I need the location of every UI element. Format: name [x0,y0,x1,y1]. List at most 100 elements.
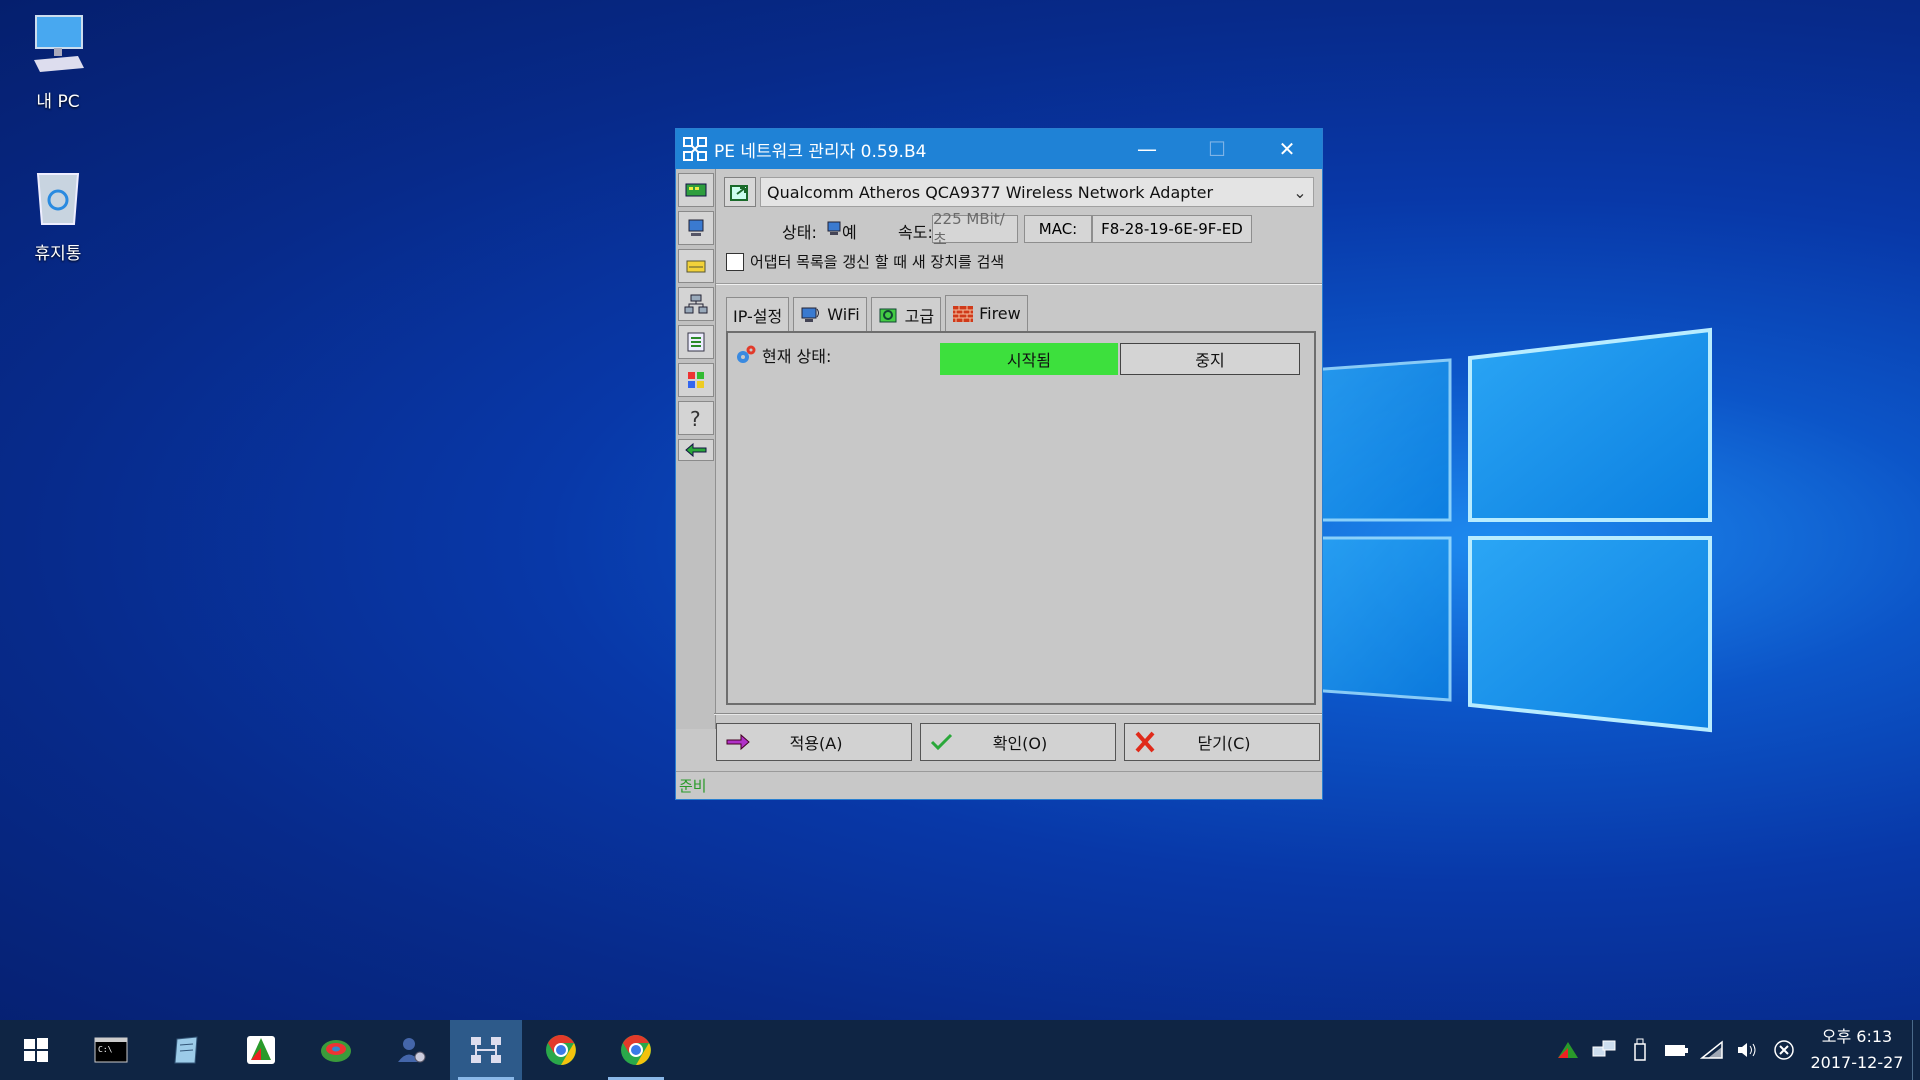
close-window-button[interactable]: ✕ [1252,129,1322,169]
tab-firewall[interactable]: Firew [945,295,1028,331]
tray-close-circle-icon[interactable] [1766,1020,1802,1080]
adapter-state-icon [827,221,841,235]
sidebar-network-card-button[interactable] [678,173,714,207]
tray-app-icon[interactable] [1550,1020,1586,1080]
taskbar-user-manager[interactable] [375,1020,447,1080]
tab-advanced[interactable]: 고급 [870,297,942,331]
tray-volume-icon[interactable] [1730,1020,1766,1080]
gears-icon [737,345,756,363]
notepad-icon [174,1036,198,1064]
close-label: 닫기(C) [1197,734,1251,753]
wifi-icon [1700,1040,1723,1059]
taskbar-chrome[interactable] [525,1020,597,1080]
recycle-bin-icon [36,173,80,225]
tab-wifi[interactable]: WiFi [793,297,867,331]
show-desktop-button[interactable] [1912,1020,1920,1080]
start-button[interactable] [0,1020,72,1080]
apply-button[interactable]: 적용(A) [716,723,912,761]
firewall-started-indicator[interactable]: 시작됨 [940,343,1118,375]
adapter-row: Qualcomm Atheros QCA9377 Wireless Networ… [724,177,1314,207]
firewall-brick-icon [953,305,974,322]
network-tree-icon [684,294,708,314]
speed-value: 225 MBit/초 [932,210,1018,248]
refresh-devices-label: 어댑터 목록을 갱신 할 때 새 장치를 검색 [750,253,1005,271]
refresh-adapter-button[interactable] [724,177,756,207]
svg-text:?: ? [690,408,701,428]
firewall-stop-button[interactable]: 중지 [1120,343,1300,375]
taskbar-app-colorful[interactable] [225,1020,297,1080]
speed-label: 속도: [898,223,933,242]
red-x-icon [1135,731,1155,753]
clock-time: 오후 6:13 [1821,1027,1893,1046]
tab-label: IP-설정 [733,306,783,326]
footer-separator [714,713,1322,715]
tab-label: Firew [979,304,1021,323]
tray-usb-icon[interactable] [1622,1020,1658,1080]
sidebar-drive-button[interactable] [678,249,714,283]
mac-value: F8-28-19-6E-9F-ED [1092,215,1252,243]
taskbar-disk-tool[interactable] [300,1020,372,1080]
minimize-button[interactable]: — [1112,129,1182,169]
tray-battery-icon[interactable] [1658,1020,1694,1080]
sidebar-network-tree-button[interactable] [678,287,714,321]
state-label: 상태: [782,223,817,242]
disk-tool-icon [321,1040,351,1062]
status-bar: 준비 [676,771,1322,799]
tab-label: WiFi [827,305,860,324]
firewall-panel: 현재 상태: 시작됨 중지 [726,331,1316,705]
adapter-status-row: 상태: 예 속도: 225 MBit/초 MAC: F8-28-19-6E-9F… [724,210,1314,248]
red-green-app-icon [1558,1042,1578,1058]
tray-clock[interactable]: 오후 6:13 2017-12-27 [1802,1024,1912,1076]
mac-label: MAC: [1024,215,1092,243]
adapter-dropdown[interactable]: Qualcomm Atheros QCA9377 Wireless Networ… [760,177,1314,207]
close-circle-icon [1774,1040,1794,1060]
colorful-app-icon [247,1036,275,1064]
desktop-icon-my-pc[interactable]: 내 PC [10,12,106,112]
window-title: PE 네트워크 관리자 0.59.B4 [714,141,927,162]
desktop-icon-label: 휴지통 [34,244,82,264]
taskbar: C:\ 오후 6:13 2017-12-27 [0,1020,1920,1080]
network-manager-icon [471,1037,501,1063]
tray-wifi-icon[interactable] [1694,1020,1730,1080]
close-button[interactable]: 닫기(C) [1124,723,1320,761]
drive-icon [686,260,706,273]
sidebar-back-button[interactable] [678,439,714,461]
network-card-icon [685,183,707,197]
apply-label: 적용(A) [789,734,843,753]
taskbar-chrome-2[interactable] [600,1020,672,1080]
windows-start-icon [24,1038,48,1062]
pe-network-manager-window: PE 네트워크 관리자 0.59.B4 — ☐ ✕ ? Qualcomm Ath… [675,128,1323,800]
title-bar[interactable]: PE 네트워크 관리자 0.59.B4 — ☐ ✕ [676,129,1322,169]
ok-button[interactable]: 확인(O) [920,723,1116,761]
current-state-label: 현재 상태: [762,347,832,366]
battery-icon [1665,1045,1688,1056]
back-arrow-icon [685,442,707,458]
adapter-selected-value: Qualcomm Atheros QCA9377 Wireless Networ… [767,182,1214,202]
dialog-buttons: 적용(A) 확인(O) 닫기(C) [716,723,1320,763]
wifi-computer-icon [801,307,820,322]
maximize-button[interactable]: ☐ [1182,129,1252,169]
refresh-devices-option[interactable]: 어댑터 목록을 갱신 할 때 새 장치를 검색 [726,251,1004,272]
tab-ip-settings[interactable]: IP-설정 [726,297,790,331]
user-settings-icon [398,1038,426,1063]
desktop-icon-recycle-bin[interactable]: 휴지통 [10,164,106,264]
sidebar-computer-button[interactable] [678,211,714,245]
main-content: Qualcomm Atheros QCA9377 Wireless Networ… [716,169,1322,729]
windows-tiles-icon [688,372,704,388]
taskbar-network-manager[interactable] [450,1020,522,1080]
sidebar-help-button[interactable]: ? [678,401,714,435]
network-computers-icon [1592,1040,1616,1057]
tray-network-icon[interactable] [1586,1020,1622,1080]
system-tray: 오후 6:13 2017-12-27 [1550,1020,1920,1080]
taskbar-notepad[interactable] [150,1020,222,1080]
refresh-devices-checkbox[interactable] [726,252,744,271]
network-manager-icon [683,137,707,161]
tab-label: 고급 [904,306,935,326]
taskbar-command-prompt[interactable]: C:\ [75,1020,147,1080]
windows-logo-wallpaper [1310,327,1712,733]
desktop-icon-label: 내 PC [36,92,80,112]
command-prompt-icon: C:\ [94,1037,128,1063]
sidebar-windows-button[interactable] [678,363,714,397]
sidebar-list-button[interactable] [678,325,714,359]
svg-text:C:\: C:\ [98,1045,113,1054]
